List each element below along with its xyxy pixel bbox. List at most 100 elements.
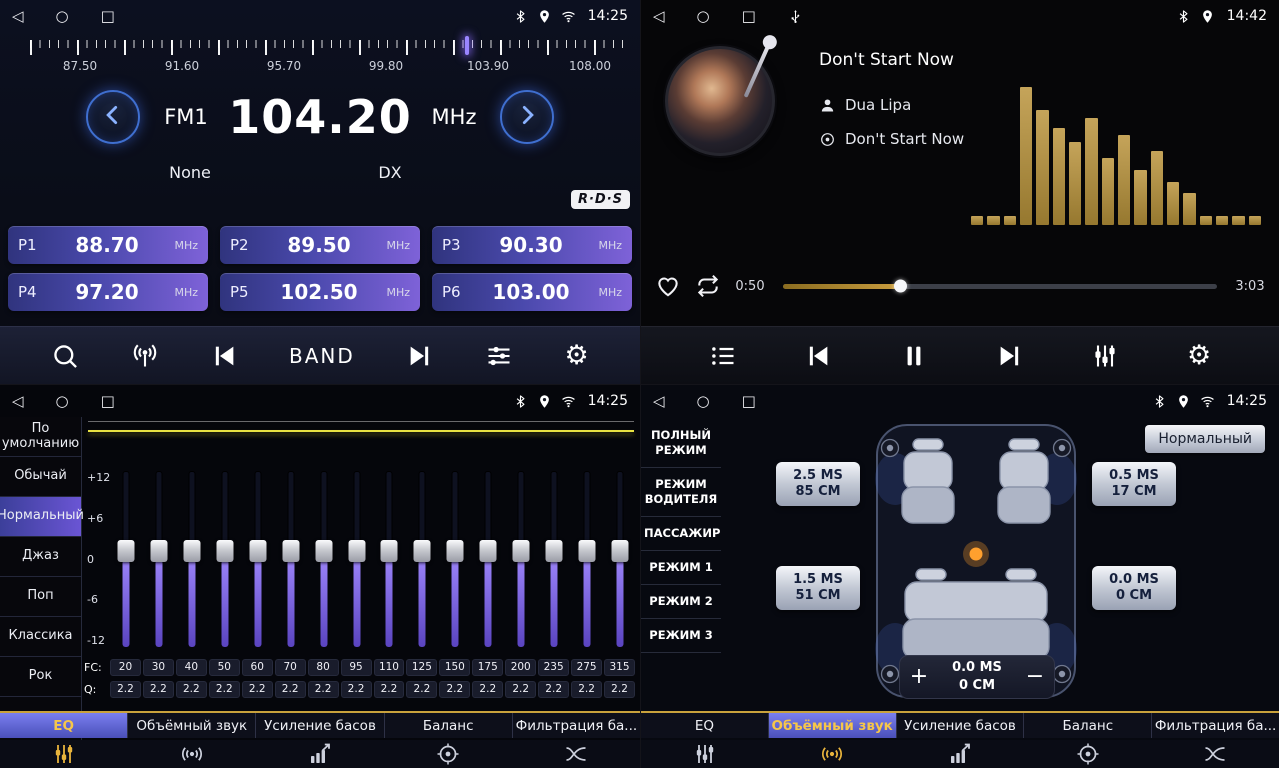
preset-button-p5[interactable]: P5102.50MHz: [220, 273, 420, 311]
bass-boost-icon[interactable]: [256, 740, 384, 768]
pause-button-icon[interactable]: [900, 342, 928, 370]
decrease-delay-button[interactable]: −: [1016, 666, 1054, 688]
eq-preset-item[interactable]: Классика: [0, 617, 81, 657]
eq-band-slider[interactable]: [110, 463, 143, 655]
eq-slider-handle[interactable]: [611, 540, 628, 562]
settings-gear-icon[interactable]: ⚙: [1187, 342, 1211, 369]
search-icon[interactable]: [51, 342, 79, 370]
eq-band-slider[interactable]: [505, 463, 538, 655]
mixer-icon[interactable]: [1091, 342, 1119, 370]
preset-button-p1[interactable]: P188.70MHz: [8, 226, 208, 264]
eq-band-slider[interactable]: [307, 463, 340, 655]
eq-slider-handle[interactable]: [545, 540, 562, 562]
eq-slider-handle[interactable]: [480, 540, 497, 562]
listening-position-dot[interactable]: [970, 548, 983, 561]
preset-button-p4[interactable]: P497.20MHz: [8, 273, 208, 311]
home-button[interactable]: ○: [56, 394, 69, 409]
eq-preset-item[interactable]: Рок: [0, 657, 81, 697]
eq-slider-handle[interactable]: [348, 540, 365, 562]
tab-surround[interactable]: Объёмный звук: [128, 713, 256, 738]
eq-band-slider[interactable]: [439, 463, 472, 655]
playlist-icon[interactable]: [709, 342, 737, 370]
eq-band-slider[interactable]: [570, 463, 603, 655]
eq-slider-handle[interactable]: [381, 540, 398, 562]
tab-balance[interactable]: Баланс: [1024, 713, 1152, 738]
eq-slider-handle[interactable]: [184, 540, 201, 562]
bass-boost-icon[interactable]: [896, 740, 1024, 768]
tab-bass-boost[interactable]: Усиление басов: [256, 713, 384, 738]
settings-gear-icon[interactable]: ⚙: [565, 342, 589, 369]
audio-settings-icon[interactable]: [485, 342, 513, 370]
eq-slider-handle[interactable]: [512, 540, 529, 562]
eq-band-slider[interactable]: [340, 463, 373, 655]
eq-sliders-icon[interactable]: [641, 740, 769, 768]
home-button[interactable]: ○: [697, 9, 710, 24]
recents-button[interactable]: □: [101, 9, 115, 24]
eq-slider-handle[interactable]: [217, 540, 234, 562]
next-track-icon[interactable]: [996, 342, 1024, 370]
crossover-icon[interactable]: [1151, 740, 1279, 768]
eq-preset-item[interactable]: По умолчанию: [0, 417, 81, 457]
eq-band-slider[interactable]: [143, 463, 176, 655]
increase-delay-button[interactable]: +: [900, 666, 938, 688]
mode-item[interactable]: РЕЖИМ 1: [641, 551, 721, 585]
home-button[interactable]: ○: [697, 394, 710, 409]
previous-track-icon[interactable]: [804, 342, 832, 370]
mode-item[interactable]: РЕЖИМ ВОДИТЕЛЯ: [641, 468, 721, 517]
preset-button-p3[interactable]: P390.30MHz: [432, 226, 632, 264]
delay-rear-left[interactable]: 1.5 MS 51 CM: [776, 566, 860, 610]
delay-front-left[interactable]: 2.5 MS 85 CM: [776, 462, 860, 506]
tab-surround[interactable]: Объёмный звук: [769, 713, 897, 738]
recents-button[interactable]: □: [742, 394, 756, 409]
mode-item[interactable]: РЕЖИМ 2: [641, 585, 721, 619]
eq-preset-item[interactable]: Нормальный: [0, 497, 81, 537]
eq-band-slider[interactable]: [209, 463, 242, 655]
favorite-button[interactable]: [655, 273, 681, 299]
mode-item[interactable]: РЕЖИМ 3: [641, 619, 721, 653]
surround-icon[interactable]: [769, 740, 897, 768]
back-button[interactable]: ◁: [12, 394, 24, 409]
seek-bar[interactable]: [783, 284, 1217, 289]
eq-slider-handle[interactable]: [447, 540, 464, 562]
eq-slider-handle[interactable]: [414, 540, 431, 562]
tab-crossover[interactable]: Фильтрация ба...: [513, 713, 640, 738]
mode-item[interactable]: ПАССАЖИР: [641, 517, 721, 551]
eq-band-slider[interactable]: [537, 463, 570, 655]
progress-thumb[interactable]: [894, 280, 907, 293]
eq-preset-item[interactable]: Джаз: [0, 537, 81, 577]
mode-item[interactable]: ПОЛНЫЙ РЕЖИМ: [641, 419, 721, 468]
eq-slider-handle[interactable]: [249, 540, 266, 562]
preset-button-p6[interactable]: P6103.00MHz: [432, 273, 632, 311]
eq-slider-handle[interactable]: [282, 540, 299, 562]
crossover-icon[interactable]: [512, 740, 640, 768]
frequency-scale[interactable]: 87.5091.6095.7099.80103.90108.00: [0, 36, 640, 82]
home-button[interactable]: ○: [56, 9, 69, 24]
recents-button[interactable]: □: [742, 9, 756, 24]
preset-button-p2[interactable]: P289.50MHz: [220, 226, 420, 264]
band-button[interactable]: BAND: [289, 344, 355, 368]
eq-slider-handle[interactable]: [151, 540, 168, 562]
eq-preset-item[interactable]: Поп: [0, 577, 81, 617]
back-button[interactable]: ◁: [12, 9, 24, 24]
tab-crossover[interactable]: Фильтрация ба...: [1152, 713, 1279, 738]
broadcast-scan-icon[interactable]: [131, 342, 159, 370]
eq-preset-item[interactable]: Обычай: [0, 457, 81, 497]
balance-icon[interactable]: [1024, 740, 1152, 768]
eq-sliders-icon[interactable]: [0, 740, 128, 768]
eq-band-slider[interactable]: [242, 463, 275, 655]
surround-icon[interactable]: [128, 740, 256, 768]
eq-band-slider[interactable]: [176, 463, 209, 655]
eq-slider-handle[interactable]: [315, 540, 332, 562]
delay-rear-right[interactable]: 0.0 MS 0 CM: [1092, 566, 1176, 610]
eq-band-slider[interactable]: [373, 463, 406, 655]
tab-eq[interactable]: EQ: [641, 713, 769, 738]
tab-bass-boost[interactable]: Усиление басов: [897, 713, 1025, 738]
previous-station-icon[interactable]: [210, 342, 238, 370]
balance-icon[interactable]: [384, 740, 512, 768]
back-button[interactable]: ◁: [653, 9, 665, 24]
tune-up-button[interactable]: [500, 90, 554, 144]
back-button[interactable]: ◁: [653, 394, 665, 409]
eq-band-slider[interactable]: [406, 463, 439, 655]
recents-button[interactable]: □: [101, 394, 115, 409]
eq-slider-handle[interactable]: [578, 540, 595, 562]
